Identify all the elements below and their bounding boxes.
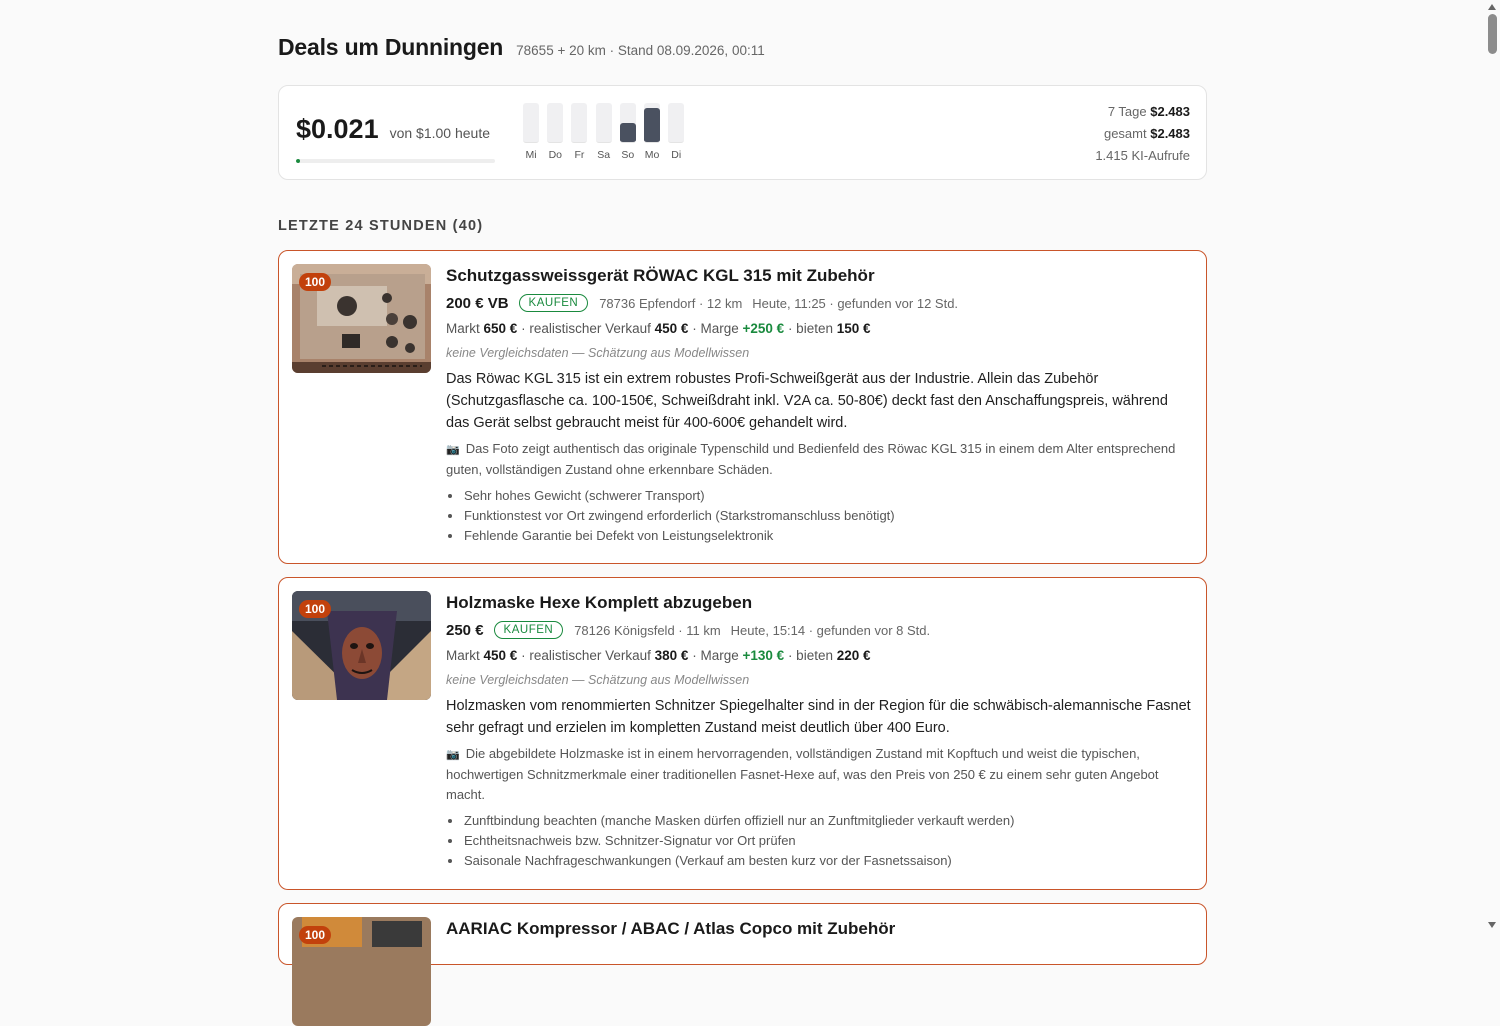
photo-assessment: 📷 Das Foto zeigt authentisch das original… [446,441,1176,477]
risk-item: Fehlende Garantie bei Defekt von Leistun… [463,526,1194,546]
risk-list: Zunftbindung beachten (manche Masken dür… [446,811,1194,871]
offer-value: 150 € [836,321,871,336]
day-usage-sa: Sa [592,103,616,161]
photo-assessment: 📷 Die abgebildete Holzmaske ist in einem … [446,746,1159,802]
deal-valuation: Markt 450 € · realistischer Verkauf 380 … [446,648,871,663]
market-value: 450 € [483,648,518,663]
week-total: 7 Tage $2.483 [1107,104,1190,119]
day-usage-do: Do [543,103,567,161]
deal-time: Heute, 11:25 · gefunden vor 12 Std. [752,295,959,311]
margin-value: +250 € [742,321,785,336]
day-usage-track [619,103,636,143]
cost-today: $0.021 von $1.00 heute [296,114,490,145]
cost-today-amount: $0.021 [296,114,379,144]
day-usage-track [547,103,564,143]
day-usage-di: Di [664,103,688,161]
usage-totals: 7 Tage $2.483 gesamt $2.483 1.415 KI-Auf… [1095,101,1190,167]
deal-thumbnail[interactable]: 100 [292,264,431,373]
deal-description: Holzmasken vom renommierten Schnitzer Sp… [446,698,1191,736]
realistic-sale-value: 450 € [654,321,689,336]
deal-description: Das Röwac KGL 315 ist ein extrem robuste… [446,371,1168,431]
day-usage-mo: Mo [640,103,664,161]
section-title: LETZTE 24 STUNDEN (40) [278,218,484,234]
risk-item: Sehr hohes Gewicht (schwerer Transport) [463,486,1194,506]
day-usage-track [644,103,661,143]
deal-thumbnail[interactable]: 100 [292,591,431,700]
day-label: Sa [597,149,611,161]
day-usage-so: So [616,103,640,161]
recommendation-badge: KAUFEN [493,621,564,639]
deal-content: Holzmaske Hexe Komplett abzugeben 250 € … [446,593,1194,871]
day-label: Fr [574,149,585,161]
budget-label: von $1.00 heute [389,125,491,141]
day-usage-bar [619,122,636,142]
scroll-up-arrow-icon[interactable] [1488,4,1496,10]
risk-list: Sehr hohes Gewicht (schwerer Transport) … [446,486,1194,546]
day-usage-mi: Mi [519,103,543,161]
budget-progress-fill [296,159,301,163]
scroll-down-arrow-icon[interactable] [1488,922,1496,928]
day-usage-track [523,103,540,143]
valuation-note: keine Vergleichsdaten — Schätzung aus Mo… [446,346,750,360]
day-label: Di [671,149,682,161]
deal-score-badge: 100 [299,600,332,618]
deal-score-badge: 100 [299,926,332,944]
realistic-sale-value: 380 € [654,648,689,663]
deal-card[interactable]: 100 Holzmaske Hexe Komplett abzugeben 25… [278,577,1207,890]
day-label: Mi [525,149,537,161]
deal-title[interactable]: Holzmaske Hexe Komplett abzugeben [446,593,1194,613]
valuation-note: keine Vergleichsdaten — Schätzung aus Mo… [446,673,750,687]
usage-stats-panel: $0.021 von $1.00 heute Mi Do Fr Sa So Mo Di 7 … [278,85,1207,180]
overall-total: gesamt $2.483 [1103,126,1190,141]
deal-title[interactable]: Schutzgassweissgerät RÖWAC KGL 315 mit Z… [446,266,1194,286]
margin-value: +130 € [742,648,785,663]
scrollbar-thumb[interactable] [1488,14,1497,54]
page-title: Deals um Dunningen [278,34,504,60]
market-value: 650 € [483,321,518,336]
ai-calls-count: 1.415 KI-Aufrufe [1095,148,1190,163]
risk-item: Zunftbindung beachten (manche Masken dür… [463,811,1194,831]
daily-usage-chart: Mi Do Fr Sa So Mo Di [519,103,688,161]
deal-card[interactable]: 100 Schutzgassweissgerät RÖWAC KGL 315 m… [278,250,1207,564]
camera-icon: 📷 [446,749,460,761]
camera-icon: 📷 [446,444,460,456]
deal-content: AARIAC Kompressor / ABAC / Atlas Copco m… [446,919,1194,939]
budget-progress-bar [296,159,495,163]
day-label: So [621,149,635,161]
day-label: Mo [644,149,660,161]
deal-card[interactable]: 100 AARIAC Kompressor / ABAC / Atlas Cop… [278,903,1207,1026]
day-label: Do [548,149,562,161]
deal-meta: 200 € VB KAUFEN 78736 Epfendorf · 12 km … [446,294,1194,312]
deal-content: Schutzgassweissgerät RÖWAC KGL 315 mit Z… [446,266,1194,546]
day-usage-bar [644,107,661,142]
day-usage-track [668,103,685,143]
deal-location: 78736 Epfendorf · 12 km [599,295,743,311]
deal-valuation: Markt 650 € · realistischer Verkauf 450 … [446,321,871,336]
deal-meta: 250 € KAUFEN 78126 Königsfeld · 11 km He… [446,621,1194,639]
risk-item: Echtheitsnachweis bzw. Schnitzer-Signatu… [463,831,1194,851]
recommendation-badge: KAUFEN [518,294,589,312]
page-subtitle: 78655 + 20 km · Stand 08.09.2026, 00:11 [516,43,765,58]
deal-thumbnail[interactable]: 100 [292,917,431,1026]
page-header: Deals um Dunningen 78655 + 20 km · Stand… [278,34,765,61]
deal-price: 200 € VB [446,294,509,312]
deal-time: Heute, 15:14 · gefunden vor 8 Std. [730,622,931,638]
deal-location: 78126 Königsfeld · 11 km [574,622,721,638]
day-usage-track [571,103,588,143]
risk-item: Saisonale Nachfrageschwankungen (Verkauf… [463,851,1194,871]
day-usage-track [595,103,612,143]
day-usage-fr: Fr [567,103,591,161]
vertical-scrollbar[interactable] [1485,0,1500,932]
deal-price: 250 € [446,621,484,639]
offer-value: 220 € [836,648,871,663]
deal-score-badge: 100 [299,273,332,291]
deal-title[interactable]: AARIAC Kompressor / ABAC / Atlas Copco m… [446,919,1194,939]
risk-item: Funktionstest vor Ort zwingend erforderl… [463,506,1194,526]
